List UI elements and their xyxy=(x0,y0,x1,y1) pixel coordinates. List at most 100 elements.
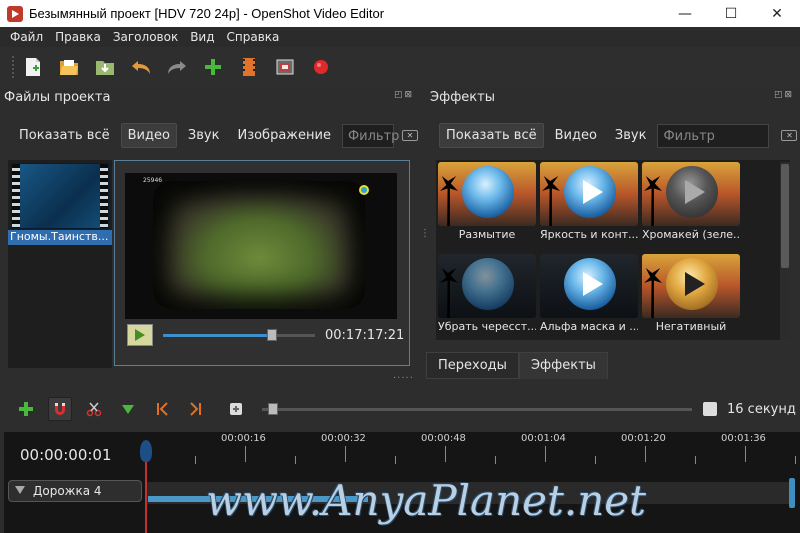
center-playhead-icon[interactable] xyxy=(224,397,248,421)
project-files-dock-buttons[interactable]: ◰⊠ xyxy=(394,90,414,100)
splitter-handle-vertical[interactable]: ⋮ xyxy=(420,228,431,239)
filter-video[interactable]: Видео xyxy=(120,123,177,148)
play-button[interactable] xyxy=(127,324,153,346)
project-files-title: Файлы проекта xyxy=(4,90,111,105)
effects-dock-buttons[interactable]: ◰⊠ xyxy=(774,90,794,100)
effect-label: Альфа маска и ... xyxy=(540,320,638,333)
dock-tabs: Переходы Эффекты xyxy=(426,352,608,379)
splitter-handle-horizontal[interactable]: ····· xyxy=(393,373,414,384)
minimize-button[interactable]: — xyxy=(662,0,708,27)
effect-label: Убрать чересст... xyxy=(438,320,536,333)
new-project-icon[interactable] xyxy=(20,54,46,80)
toolbar-grip[interactable] xyxy=(12,56,16,78)
brightness-effect-icon xyxy=(564,166,616,218)
playhead-handle-icon[interactable] xyxy=(140,440,152,462)
effects-grid: Размытие Яркость и конт... Хромакей (зел… xyxy=(436,160,790,340)
effects-filter-show-all[interactable]: Показать всё xyxy=(439,123,544,148)
ruler-label: 00:00:48 xyxy=(421,433,466,444)
import-files-icon[interactable] xyxy=(200,54,226,80)
ruler-tick xyxy=(645,446,646,462)
undo-icon[interactable] xyxy=(128,54,154,80)
zoom-label: 16 секунд xyxy=(727,402,796,417)
scrollbar-thumb[interactable] xyxy=(781,164,789,268)
frame-counter: 25946 xyxy=(143,177,163,184)
window-title: Безымянный проект [HDV 720 24p] - OpenSh… xyxy=(29,6,385,21)
title-bar: Безымянный проект [HDV 720 24p] - OpenSh… xyxy=(0,0,800,27)
open-project-icon[interactable] xyxy=(56,54,82,80)
ruler-tick xyxy=(795,456,796,464)
file-name[interactable]: Гномы.Таинств... xyxy=(8,230,112,245)
ruler-tick xyxy=(195,456,196,464)
alpha-mask-effect-icon xyxy=(564,258,616,310)
effects-title: Эффекты xyxy=(430,90,495,105)
effect-brightness-contrast[interactable]: Яркость и конт... xyxy=(540,162,638,244)
ruler-label: 00:01:20 xyxy=(621,433,666,444)
project-files-filter-input[interactable]: Фильтр xyxy=(341,123,399,148)
clear-filter-icon[interactable]: ✕ xyxy=(401,130,418,141)
effects-filter-input[interactable]: Фильтр xyxy=(657,123,770,148)
effect-alpha-mask[interactable]: Альфа маска и ... xyxy=(540,254,638,336)
ruler-tick xyxy=(345,446,346,462)
tab-transitions[interactable]: Переходы xyxy=(426,352,519,379)
effects-filter-bar: Показать всё Видео Звук Фильтр ✕ xyxy=(439,123,798,148)
maximize-button[interactable]: ☐ xyxy=(708,0,754,27)
close-button[interactable]: ✕ xyxy=(754,0,800,27)
effect-label: Яркость и конт... xyxy=(540,228,638,241)
watermark: www.AnyaPlanet.net xyxy=(206,476,647,525)
ruler-tick xyxy=(395,456,396,464)
seek-handle[interactable] xyxy=(267,329,278,341)
menu-help[interactable]: Справка xyxy=(227,30,280,44)
add-marker-icon[interactable] xyxy=(116,397,140,421)
effect-negative[interactable]: Негативный xyxy=(642,254,740,336)
video-frame: 25946 xyxy=(125,173,397,319)
effect-chroma-key[interactable]: Хромакей (зеле... xyxy=(642,162,740,244)
menu-bar: Файл Правка Заголовок Вид Справка xyxy=(0,27,800,47)
track-header[interactable]: Дорожка 4 xyxy=(8,480,142,502)
previous-marker-icon[interactable] xyxy=(150,397,174,421)
ruler-tick xyxy=(245,446,246,462)
menu-view[interactable]: Вид xyxy=(190,30,214,44)
timeline-scroll-knob[interactable] xyxy=(789,478,795,508)
menu-edit[interactable]: Правка xyxy=(55,30,101,44)
tab-effects[interactable]: Эффекты xyxy=(518,352,608,379)
effects-scrollbar[interactable] xyxy=(780,162,790,340)
ruler-tick xyxy=(695,456,696,464)
filter-show-all[interactable]: Показать всё xyxy=(12,123,117,148)
timeline-current-time: 00:00:00:01 xyxy=(20,446,112,464)
snapping-icon[interactable] xyxy=(48,397,72,421)
next-marker-icon[interactable] xyxy=(184,397,208,421)
effects-filter-audio[interactable]: Звук xyxy=(608,123,654,148)
project-files-list[interactable]: Гномы.Таинств... xyxy=(8,160,112,368)
main-toolbar xyxy=(0,47,800,87)
file-thumbnail[interactable] xyxy=(11,163,109,229)
add-track-icon[interactable] xyxy=(14,397,38,421)
effects-clear-filter-icon[interactable]: ✕ xyxy=(781,130,798,141)
effect-blur[interactable]: Размытие xyxy=(438,162,536,244)
menu-title[interactable]: Заголовок xyxy=(113,30,178,44)
menu-file[interactable]: Файл xyxy=(10,30,43,44)
fullscreen-icon[interactable] xyxy=(272,54,298,80)
effect-label: Хромакей (зеле... xyxy=(642,228,740,241)
project-files-filter-bar: Показать всё Видео Звук Изображение Филь… xyxy=(12,123,418,148)
blur-effect-icon xyxy=(462,166,514,218)
export-video-icon[interactable] xyxy=(308,54,334,80)
preview-seek-slider[interactable] xyxy=(163,329,315,341)
preview-timecode: 00:17:17:21 xyxy=(325,328,405,343)
effects-filter-video[interactable]: Видео xyxy=(548,123,604,148)
filter-audio[interactable]: Звук xyxy=(181,123,227,148)
ruler-label: 00:01:36 xyxy=(721,433,766,444)
razor-icon[interactable] xyxy=(82,397,106,421)
video-scene xyxy=(153,181,365,309)
redo-icon[interactable] xyxy=(164,54,190,80)
choose-profile-icon[interactable] xyxy=(236,54,262,80)
save-project-icon[interactable] xyxy=(92,54,118,80)
ruler-tick xyxy=(295,456,296,464)
effect-deinterlace[interactable]: Убрать чересст... xyxy=(438,254,536,336)
filter-image[interactable]: Изображение xyxy=(230,123,337,148)
negative-effect-icon xyxy=(666,258,718,310)
zoom-handle[interactable] xyxy=(268,403,278,415)
ruler-tick xyxy=(445,446,446,462)
timeline-zoom-slider[interactable] xyxy=(262,403,692,415)
chroma-key-effect-icon xyxy=(666,166,718,218)
ruler-tick xyxy=(595,456,596,464)
